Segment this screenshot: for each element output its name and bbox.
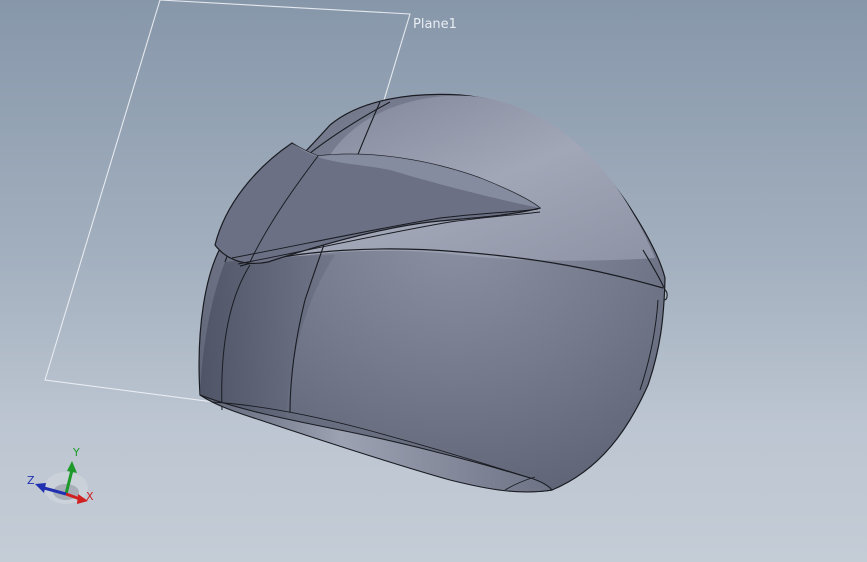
model-scene[interactable]: Plane1 Y X Z bbox=[0, 0, 867, 562]
z-axis-label: Z bbox=[27, 474, 35, 487]
graphics-viewport[interactable]: Plane1 Y X Z bbox=[0, 0, 867, 562]
z-axis-arrow bbox=[35, 483, 46, 493]
helmet-model[interactable] bbox=[198, 93, 668, 493]
plane1-label: Plane1 bbox=[413, 17, 457, 32]
x-axis-label: X bbox=[86, 490, 94, 503]
y-axis-label: Y bbox=[72, 446, 80, 459]
axis-triad[interactable]: Y X Z bbox=[27, 446, 94, 504]
y-axis-arrow bbox=[67, 461, 77, 473]
